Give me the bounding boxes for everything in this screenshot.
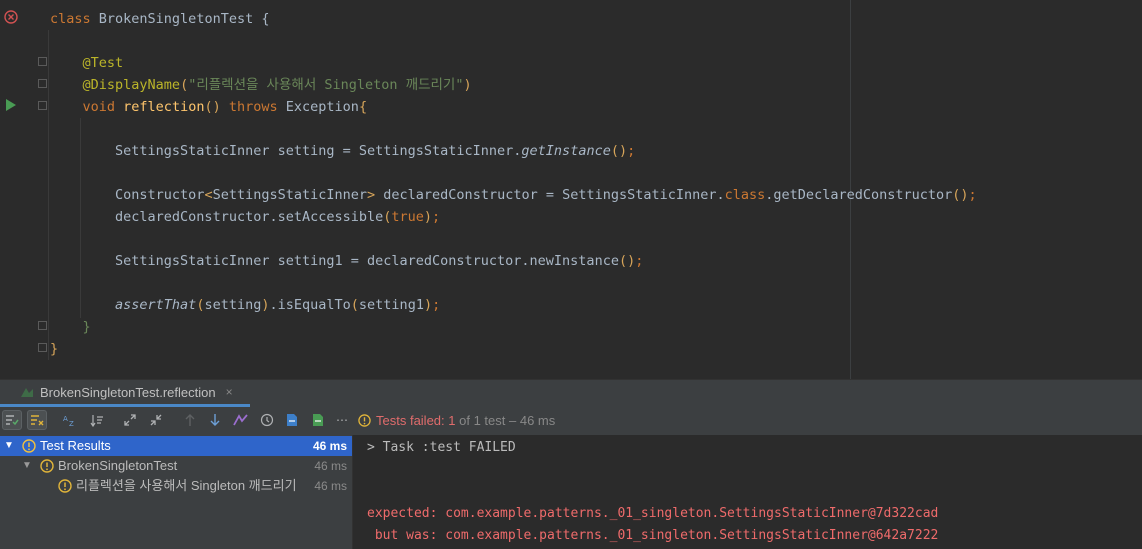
- status-failed-count: 1: [448, 413, 456, 428]
- fold-marker[interactable]: [38, 79, 47, 88]
- import-tests-icon[interactable]: [231, 410, 251, 430]
- sort-alphabetically-icon[interactable]: AZ: [60, 410, 80, 430]
- chevron-down-icon[interactable]: ▼: [4, 436, 14, 456]
- test-runner-toolbar: AZ ⋯ Tests failed: 1 of 1 test – 46 ms: [0, 407, 1142, 435]
- sort-by-duration-icon[interactable]: [87, 410, 107, 430]
- code-line-9: Constructor<SettingsStaticInner> declare…: [115, 187, 977, 203]
- code-editor[interactable]: class BrokenSingletonTest { @Test @Displ…: [0, 0, 1142, 379]
- fold-marker[interactable]: [38, 321, 47, 330]
- show-ignored-icon[interactable]: [27, 410, 47, 430]
- code-line-4: @DisplayName("리플렉션을 사용해서 Singleton 깨드리기"…: [82, 77, 472, 93]
- code-line-5: void reflection() throws Exception{: [82, 99, 368, 115]
- console-task-line: > Task :test FAILED: [367, 440, 516, 455]
- next-failed-icon[interactable]: [205, 410, 225, 430]
- warning-icon: [40, 459, 54, 473]
- code-line-3: @Test: [82, 55, 124, 71]
- more-options-icon[interactable]: ⋯: [332, 410, 352, 430]
- console-expected-line: expected: com.example.patterns._01_singl…: [367, 506, 939, 521]
- warning-icon: [358, 414, 371, 427]
- expand-all-icon[interactable]: [120, 410, 140, 430]
- code-line-16: }: [50, 341, 59, 357]
- history-icon[interactable]: [257, 410, 277, 430]
- svg-text:Z: Z: [69, 420, 74, 427]
- show-passed-icon[interactable]: [2, 410, 22, 430]
- run-tab-label: BrokenSingletonTest.reflection: [40, 384, 216, 400]
- tree-row-label: BrokenSingletonTest: [58, 458, 178, 473]
- tree-row-test-method[interactable]: 리플렉션을 사용해서 Singleton 깨드리기 46 ms: [0, 476, 352, 496]
- fold-marker[interactable]: [38, 57, 47, 66]
- tree-row-test-class[interactable]: ▼ BrokenSingletonTest 46 ms: [0, 456, 352, 476]
- editor-gutter: [0, 0, 48, 379]
- run-tab[interactable]: BrokenSingletonTest.reflection ×: [0, 380, 250, 407]
- code-line-7: SettingsStaticInner setting = SettingsSt…: [115, 143, 636, 159]
- test-failed-icon[interactable]: [4, 10, 18, 24]
- status-failed-label: Tests failed:: [376, 413, 445, 428]
- code-line-10: declaredConstructor.setAccessible(true);: [115, 209, 441, 225]
- code-line-14: assertThat(setting).isEqualTo(setting1);: [115, 297, 441, 313]
- close-icon[interactable]: ×: [226, 385, 233, 399]
- test-status-summary: Tests failed: 1 of 1 test – 46 ms: [358, 413, 555, 428]
- svg-text:A: A: [63, 415, 68, 423]
- run-tool-window-tabbar: BrokenSingletonTest.reflection ×: [0, 379, 1142, 407]
- test-results-tree: ▼ Test Results 46 ms ▼ BrokenSingletonTe…: [0, 435, 352, 549]
- collapse-all-icon[interactable]: [146, 410, 166, 430]
- fold-marker[interactable]: [38, 343, 47, 352]
- tree-row-duration: 46 ms: [314, 459, 347, 473]
- test-console-output[interactable]: > Task :test FAILED expected: com.exampl…: [353, 435, 1142, 549]
- warning-icon: [22, 439, 36, 453]
- status-summary-suffix: of 1 test – 46 ms: [459, 413, 556, 428]
- tree-row-duration: 46 ms: [312, 439, 347, 453]
- code-content[interactable]: class BrokenSingletonTest { @Test @Displ…: [50, 8, 1142, 360]
- open-report-icon[interactable]: [308, 410, 328, 430]
- test-run-icon: [21, 388, 33, 397]
- console-actual-line: but was: com.example.patterns._01_single…: [367, 528, 939, 543]
- indent-guide: [48, 30, 49, 360]
- chevron-down-icon[interactable]: ▼: [22, 456, 32, 476]
- tree-row-test-results[interactable]: ▼ Test Results 46 ms: [0, 436, 352, 456]
- code-line-15: }: [82, 319, 91, 335]
- previous-failed-icon[interactable]: [180, 410, 200, 430]
- warning-icon: [58, 479, 72, 493]
- tree-row-label: 리플렉션을 사용해서 Singleton 깨드리기: [76, 478, 297, 493]
- tree-row-duration: 46 ms: [314, 479, 347, 493]
- code-line-1: class BrokenSingletonTest {: [50, 11, 270, 27]
- run-test-icon[interactable]: [5, 98, 17, 112]
- fold-marker[interactable]: [38, 101, 47, 110]
- code-line-12: SettingsStaticInner setting1 = declaredC…: [115, 253, 644, 269]
- export-results-icon[interactable]: [282, 410, 302, 430]
- tree-row-label: Test Results: [40, 438, 111, 453]
